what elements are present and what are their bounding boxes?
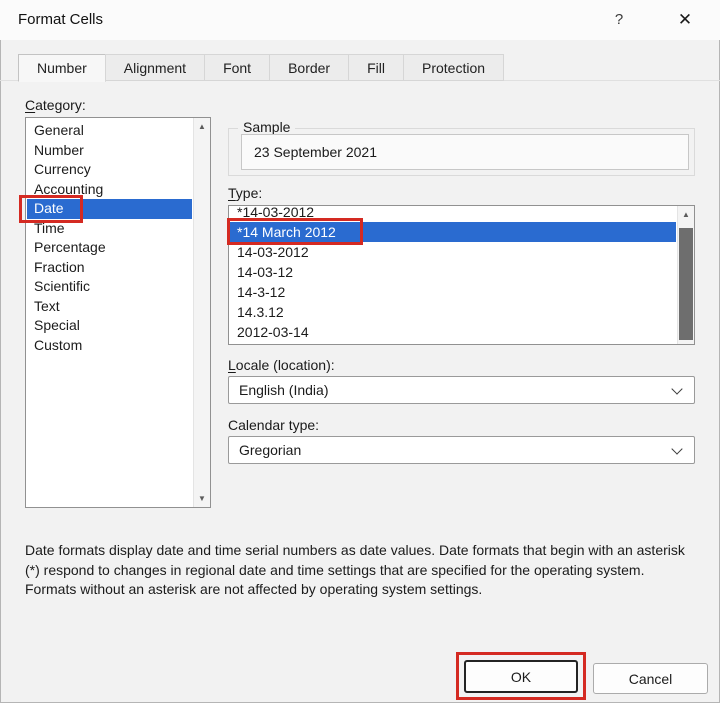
type-label-accel: T — [228, 185, 236, 201]
scroll-down-icon[interactable]: ▼ — [194, 490, 210, 507]
tab-alignment[interactable]: Alignment — [105, 54, 205, 81]
chevron-down-icon — [671, 443, 682, 454]
category-list-item[interactable]: Text — [27, 297, 192, 317]
category-listbox: GeneralNumberCurrencyAccountingDateTimeP… — [25, 117, 211, 508]
type-list-item[interactable]: *14 March 2012 — [230, 222, 676, 242]
category-list-item[interactable]: Date — [27, 199, 192, 219]
locale-label-accel: L — [228, 357, 236, 373]
sample-value: 23 September 2021 — [242, 135, 688, 169]
chevron-down-icon — [671, 383, 682, 394]
category-list-item[interactable]: General — [27, 121, 192, 141]
locale-value: English (India) — [239, 377, 329, 403]
calendar-dropdown[interactable]: Gregorian — [228, 436, 695, 464]
type-scrollbar-thumb[interactable] — [679, 228, 693, 340]
category-list-item[interactable]: Special — [27, 316, 192, 336]
description-text: Date formats display date and time seria… — [25, 541, 693, 600]
category-list-item[interactable]: Currency — [27, 160, 192, 180]
format-cells-dialog: Format Cells ? ✕ NumberAlignmentFontBord… — [0, 0, 720, 703]
locale-dropdown[interactable]: English (India) — [228, 376, 695, 404]
calendar-label: Calendar type: — [228, 417, 319, 433]
type-list-item[interactable]: 14-3-12 — [230, 282, 676, 302]
type-scroll-up-icon[interactable]: ▲ — [678, 206, 694, 223]
ok-button[interactable]: OK — [464, 660, 578, 693]
locale-label: Locale (location): — [228, 357, 335, 373]
tab-fill[interactable]: Fill — [348, 54, 404, 81]
category-list-item[interactable]: Accounting — [27, 180, 192, 200]
titlebar: Format Cells ? ✕ — [0, 0, 720, 40]
cancel-button[interactable]: Cancel — [593, 663, 708, 694]
type-listbox: *14-03-2012*14 March 201214-03-201214-03… — [228, 205, 695, 345]
category-list-item[interactable]: Scientific — [27, 277, 192, 297]
category-scrollbar[interactable]: ▲ ▼ — [193, 118, 210, 507]
tab-protection[interactable]: Protection — [403, 54, 504, 81]
locale-label-rest: ocale (location): — [236, 357, 335, 373]
type-scrollbar[interactable]: ▲ — [677, 206, 694, 344]
type-list-item[interactable]: 14.3.12 — [230, 302, 676, 322]
sample-value-box: 23 September 2021 — [241, 134, 689, 170]
sample-label: Sample — [238, 119, 295, 135]
scroll-up-icon[interactable]: ▲ — [194, 118, 210, 135]
category-list-item[interactable]: Fraction — [27, 258, 192, 278]
tab-font[interactable]: Font — [204, 54, 270, 81]
category-list-item[interactable]: Custom — [27, 336, 192, 356]
type-label: Type: — [228, 185, 262, 201]
calendar-value: Gregorian — [239, 437, 301, 463]
type-list-item[interactable]: 14-03-2012 — [230, 242, 676, 262]
category-list-item[interactable]: Time — [27, 219, 192, 239]
category-label-accel: C — [25, 97, 35, 113]
sample-group: Sample 23 September 2021 — [228, 128, 695, 176]
category-label: Category: — [25, 97, 86, 113]
type-label-rest: ype: — [236, 185, 262, 201]
help-icon[interactable]: ? — [602, 0, 636, 40]
category-list-clip: GeneralNumberCurrencyAccountingDateTimeP… — [27, 121, 192, 506]
dialog-title: Format Cells — [18, 0, 103, 40]
tab-strip: NumberAlignmentFontBorderFillProtection — [18, 54, 504, 82]
category-list-items: GeneralNumberCurrencyAccountingDateTimeP… — [27, 121, 192, 355]
type-list-clip: *14-03-2012*14 March 201214-03-201214-03… — [230, 207, 676, 343]
type-list-items: *14-03-2012*14 March 201214-03-201214-03… — [230, 207, 676, 342]
category-label-rest: ategory: — [35, 97, 86, 113]
close-icon[interactable]: ✕ — [668, 0, 702, 40]
tab-number[interactable]: Number — [18, 54, 106, 82]
category-list-item[interactable]: Percentage — [27, 238, 192, 258]
type-list-item[interactable]: *14-03-2012 — [230, 207, 676, 222]
type-list-item[interactable]: 2012-03-14 — [230, 322, 676, 342]
tab-border[interactable]: Border — [269, 54, 349, 81]
category-list-item[interactable]: Number — [27, 141, 192, 161]
type-list-item[interactable]: 14-03-12 — [230, 262, 676, 282]
